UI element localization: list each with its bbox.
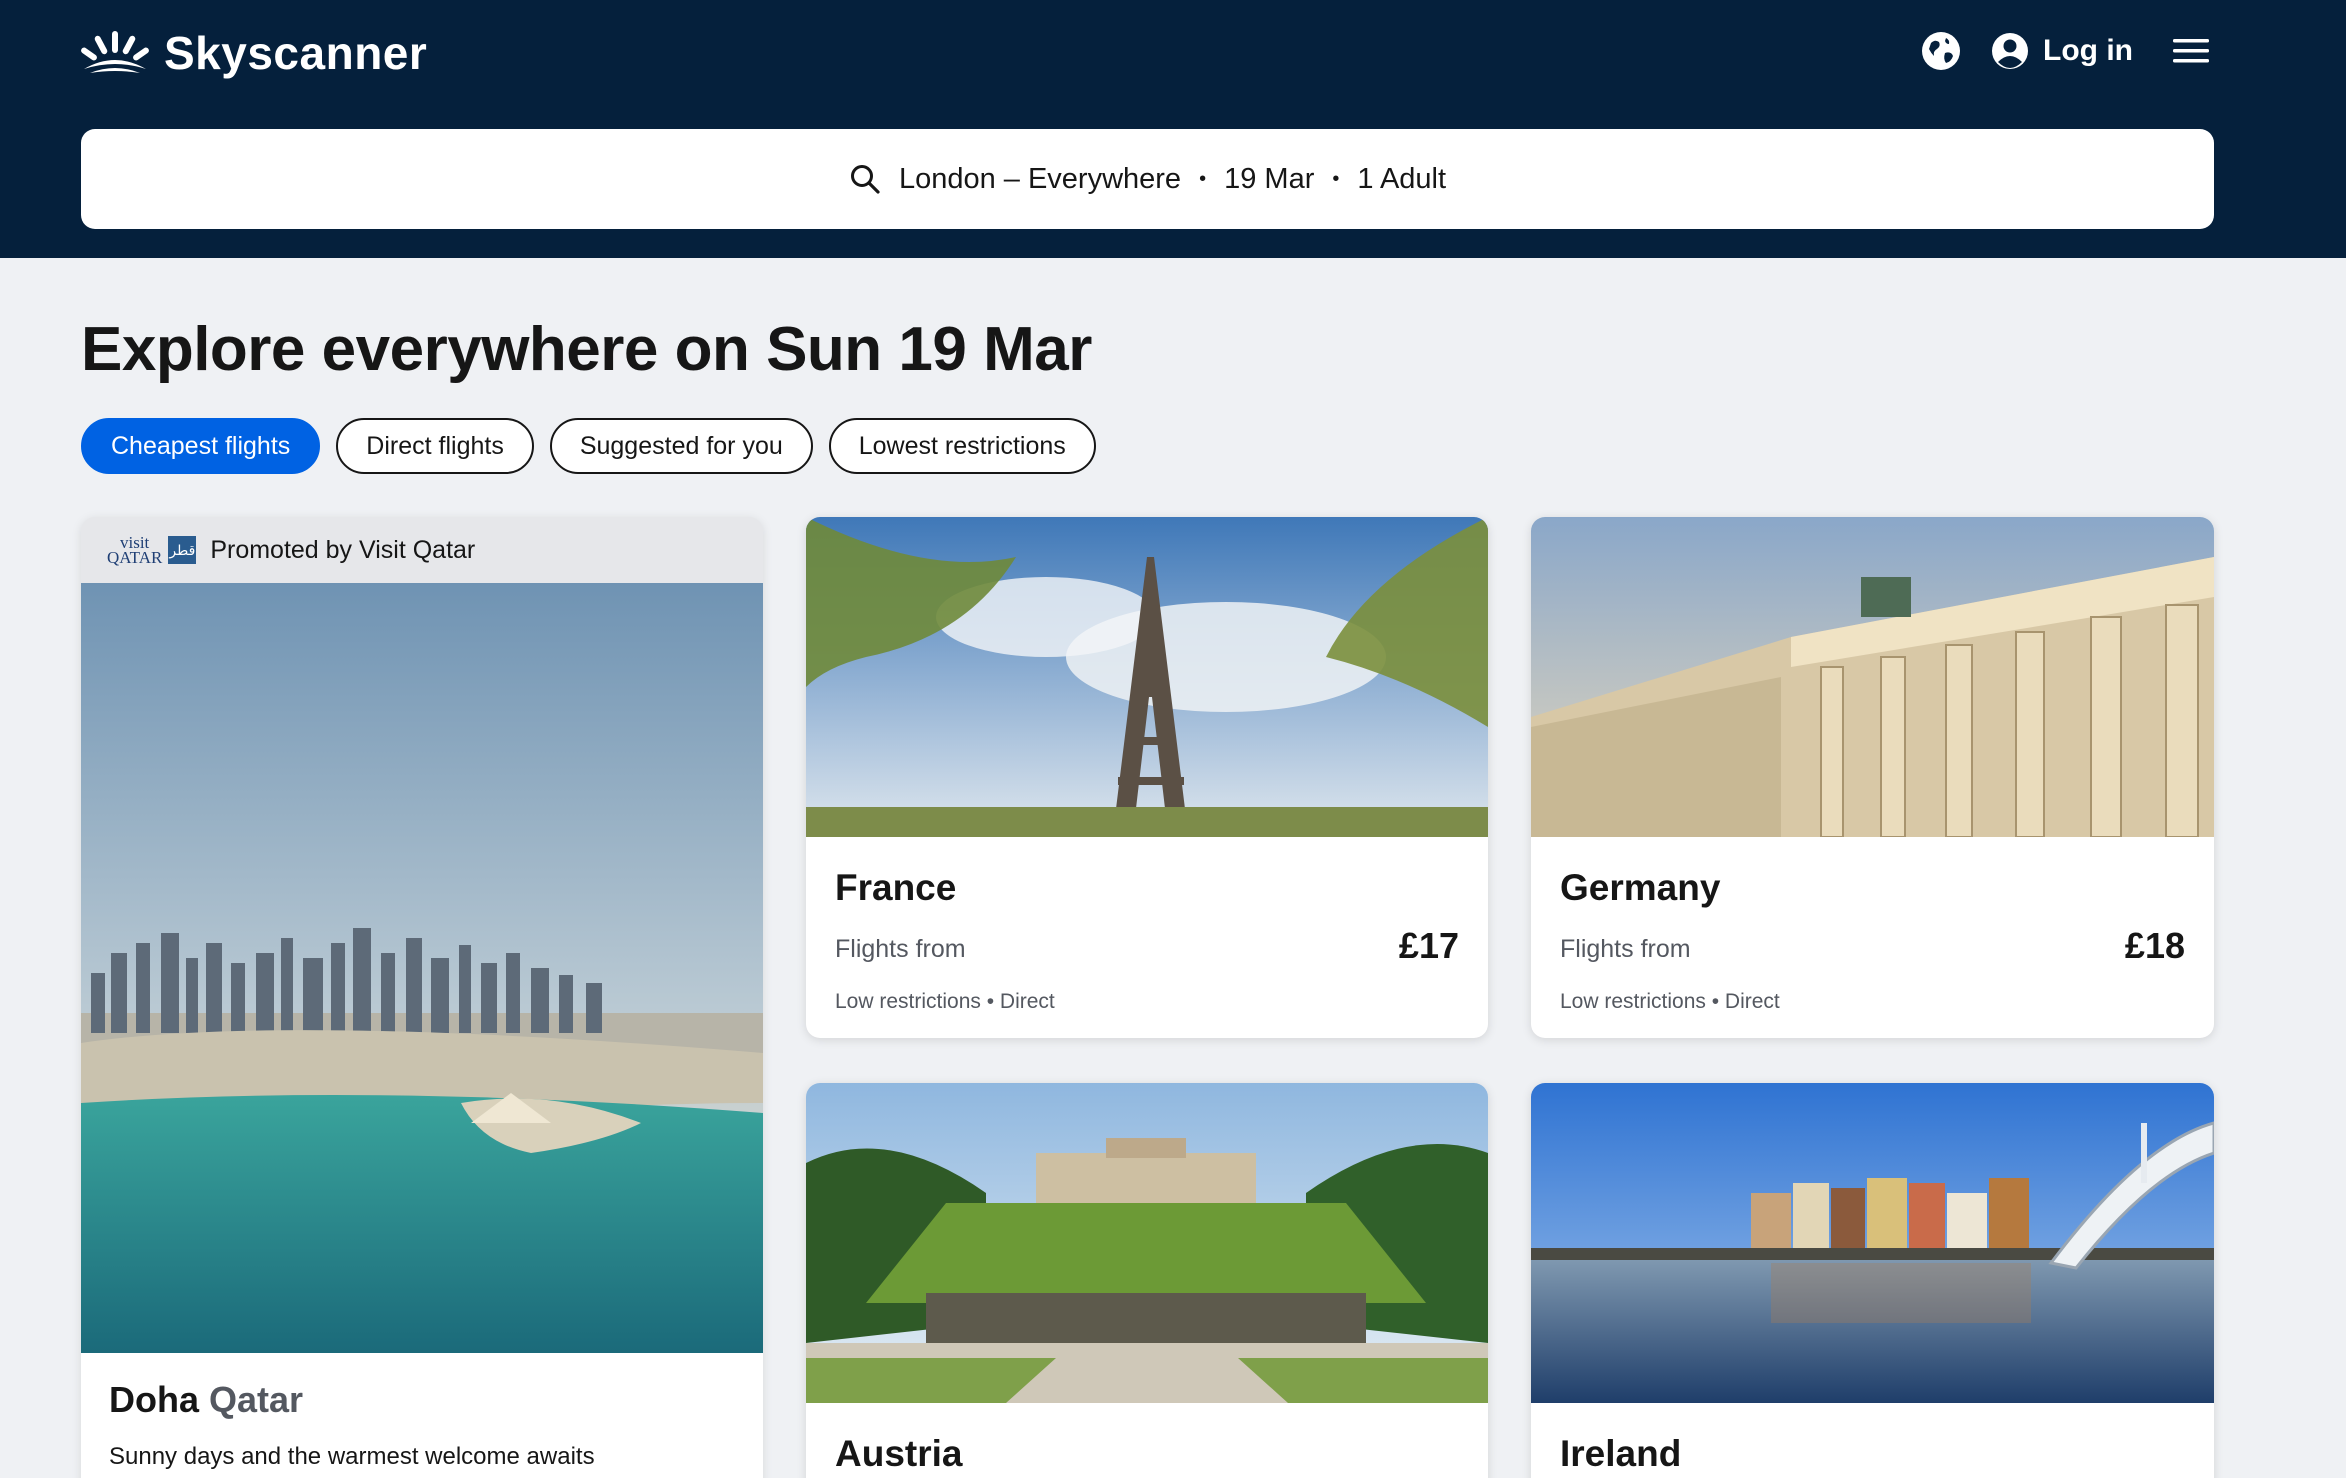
page-title: Explore everywhere on Sun 19 Mar: [81, 315, 1092, 384]
search-date: 19 Mar: [1224, 162, 1315, 195]
search-route: London – Everywhere: [898, 162, 1182, 195]
promo-tagline: Sunny days and the warmest welcome await…: [109, 1443, 595, 1470]
promo-country: Qatar: [209, 1379, 304, 1420]
visit-qatar-logo: visit QATAR قطر: [107, 533, 197, 567]
destination-tags: Low restrictions • Direct: [1560, 990, 1780, 1013]
destination-price: £17: [1398, 925, 1459, 966]
header-actions: Log in: [1919, 26, 2211, 76]
destination-card-ireland[interactable]: Ireland: [1531, 1083, 2214, 1478]
hamburger-menu-icon[interactable]: [2171, 31, 2211, 71]
login-button[interactable]: Log in: [1991, 32, 2133, 70]
chip-direct-flights[interactable]: Direct flights: [336, 418, 534, 474]
promo-details: Doha Qatar Sunny days and the warmest we…: [81, 1353, 763, 1478]
search-summary-bar[interactable]: London – Everywhere • 19 Mar • 1 Adult: [81, 129, 2214, 229]
separator-dot: •: [1199, 167, 1207, 190]
account-icon: [1992, 33, 2029, 69]
brand-name: Skyscanner: [164, 27, 428, 79]
chip-lowest-restrictions[interactable]: Lowest restrictions: [828, 418, 1096, 474]
search-icon: [850, 165, 880, 194]
doha-skyline-image: [81, 583, 763, 1353]
flights-from-label: Flights from: [835, 935, 966, 963]
globe-icon[interactable]: [1919, 29, 1963, 73]
promo-label: Promoted by Visit Qatar: [210, 535, 476, 564]
destination-name: Germany: [1560, 867, 1721, 908]
destination-name: Ireland: [1560, 1433, 1682, 1474]
search-travellers: 1 Adult: [1357, 162, 1447, 195]
destination-name: Austria: [835, 1433, 963, 1474]
chip-suggested-for-you[interactable]: Suggested for you: [549, 418, 813, 474]
promo-sponsor-bar: visit QATAR قطر Promoted by Visit Qatar: [81, 517, 763, 583]
login-label: Log in: [2043, 34, 2133, 67]
destination-tags: Low restrictions • Direct: [835, 990, 1055, 1013]
destination-card-germany[interactable]: Germany Flights from £18 Low restriction…: [1531, 517, 2214, 1038]
skyscanner-logo[interactable]: Skyscanner: [80, 26, 427, 80]
promo-card-doha[interactable]: visitQATAR قطر Promoted by Visit Qatar: [81, 517, 763, 1478]
brandenburg-gate-image: [1531, 517, 2214, 837]
promo-city: Doha: [109, 1379, 199, 1420]
schonbrunn-gardens-image: [806, 1083, 1488, 1403]
dublin-bridge-image: [1531, 1083, 2214, 1403]
destination-name: France: [835, 867, 957, 908]
destination-card-austria[interactable]: Austria: [806, 1083, 1488, 1478]
filter-chips: Cheapest flights Direct flights Suggeste…: [81, 418, 1096, 474]
site-header: Skyscanner Log in London – Everywhere • …: [0, 0, 2346, 258]
skyscanner-sunburst-icon: [81, 31, 149, 73]
separator-dot: •: [1332, 167, 1340, 190]
promo-destination: Doha Qatar: [109, 1379, 303, 1421]
destination-price: £18: [2124, 925, 2185, 966]
destination-card-france[interactable]: France Flights from £17 Low restrictions…: [806, 517, 1488, 1038]
eiffel-tower-image: [806, 517, 1488, 837]
chip-cheapest-flights[interactable]: Cheapest flights: [81, 418, 321, 474]
flights-from-label: Flights from: [1560, 935, 1691, 963]
